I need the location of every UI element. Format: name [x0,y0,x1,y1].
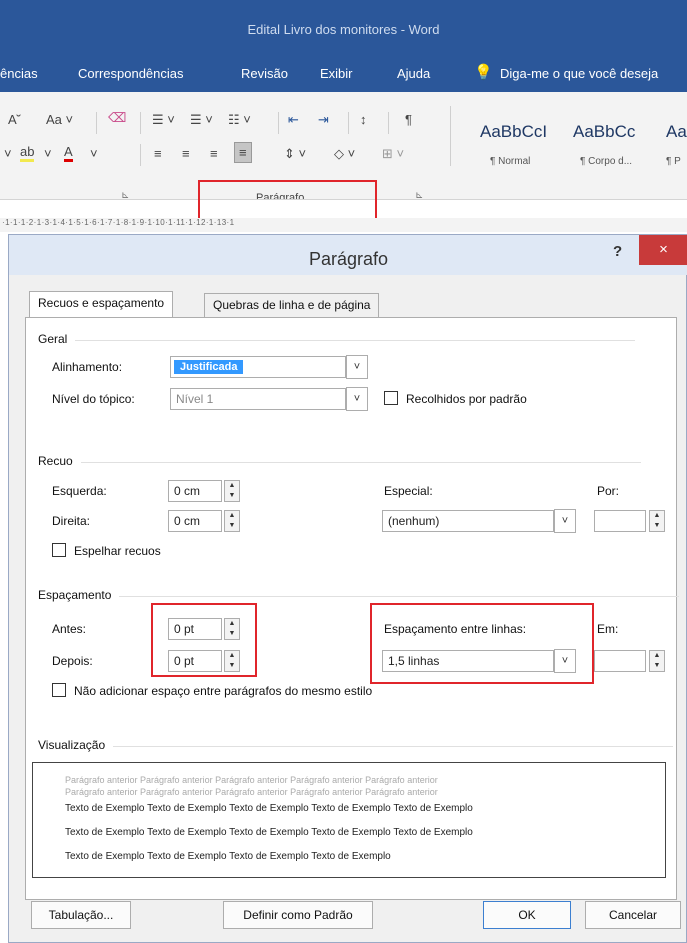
nivel-select[interactable]: Nível 1 [170,388,346,410]
change-case-label: Aa [46,112,62,127]
por-input[interactable] [594,510,646,532]
line-spacing-icon[interactable]: ⇕ ˅ [284,146,306,162]
borders-icon[interactable]: ⊞ ˅ [382,146,404,162]
line-spacing-highlight-box [370,603,594,684]
chevron-down-icon[interactable]: ˅ [44,146,52,161]
help-button[interactable]: ? [613,243,622,260]
tab-recuos-espacamento[interactable]: Recuos e espaçamento [29,291,174,317]
preview-text-line: Texto de Exemplo Texto de Exemplo Texto … [65,803,473,814]
title-bar: Edital Livro dos monitores - Word [0,0,687,55]
recolhidos-label: Recolhidos por padrão [406,392,527,406]
style-corpo-name: ¶ Corpo d... [580,156,633,167]
ok-button[interactable]: OK [483,901,571,929]
clear-format-icon[interactable]: ⌫ [108,110,126,126]
ruler: ·1·1·1·2·1·3·1·4·1·5·1·6·1·7·1·8·1·9·1·1… [0,218,687,232]
nao-adicionar-checkbox[interactable] [52,683,66,697]
preview-box: Parágrafo anterior Parágrafo anterior Pa… [32,762,666,878]
tab-revisao[interactable]: Revisão [241,66,288,81]
style-normal-name: ¶ Normal [490,156,531,167]
chevron-down-icon[interactable]: ˅ [346,355,368,379]
espelhar-label: Espelhar recuos [74,544,161,558]
cancelar-button[interactable]: Cancelar [585,901,681,929]
bullets-icon[interactable]: ☰ ˅ [152,112,175,128]
tab-quebras[interactable]: Quebras de linha e de página [204,293,380,317]
style-normal-sample[interactable]: AaBbCcI [480,122,547,142]
chevron-down-icon[interactable]: ˅ [554,509,576,533]
definir-padrao-button[interactable]: Definir como Padrão [223,901,373,929]
ribbon-tabs: ências Correspondências Revisão Exibir A… [0,55,687,92]
por-spinner[interactable]: ▲ ▼ [649,510,665,532]
tab-correspondencias[interactable]: Correspondências [78,66,184,81]
section-recuo: Recuo [38,454,636,468]
style-p-sample[interactable]: Aa [666,122,687,142]
font-color-icon[interactable]: A [64,144,73,162]
window-title: Edital Livro dos monitores - Word [247,22,440,37]
depois-label: Depois: [52,654,93,668]
direita-input[interactable]: 0 cm [168,510,222,532]
style-corpo-sample[interactable]: AaBbCc [573,122,635,142]
direita-spinner[interactable]: ▲ ▼ [224,510,240,532]
tab-exibir[interactable]: Exibir [320,66,353,81]
nivel-label: Nível do tópico: [52,392,135,406]
chevron-down-icon[interactable]: ˅ [90,146,98,161]
alinhamento-value: Justificada [174,360,244,374]
por-label: Por: [597,484,620,498]
nao-adicionar-label: Não adicionar espaço entre parágrafos do… [74,684,373,698]
font-grow-icon[interactable]: A˘ [8,112,21,127]
tab-ajuda[interactable]: Ajuda [397,66,430,81]
dialog-titlebar: Parágrafo ? × [9,235,687,275]
esquerda-spinner[interactable]: ▲ ▼ [224,480,240,502]
especial-select[interactable]: (nenhum) [382,510,554,532]
paragraph-highlight-box [198,180,377,222]
paragraph-dialog-launcher-icon[interactable]: ⊾ [415,190,423,199]
multilevel-list-icon[interactable]: ☷ ˅ [228,112,251,128]
tabulacao-button[interactable]: Tabulação... [31,901,131,929]
sort-icon[interactable]: ↕ [360,112,367,127]
recolhidos-checkbox[interactable] [384,391,398,405]
shading-icon[interactable]: ◇ ˅ [334,146,355,162]
alinhamento-label: Alinhamento: [52,360,123,374]
esquerda-input[interactable]: 0 cm [168,480,222,502]
decrease-indent-icon[interactable]: ⇤ [288,112,299,128]
preview-text-line: Texto de Exemplo Texto de Exemplo Texto … [65,827,473,838]
lightbulb-icon: 💡 [474,64,493,81]
align-center-icon[interactable]: ≡ [182,146,190,161]
highlight-icon[interactable]: ab [20,144,35,162]
paragraph-dialog: Parágrafo ? × Recuos e espaçamento Quebr… [8,234,687,943]
alinhamento-select[interactable]: Justificada [170,356,346,378]
numbering-icon[interactable]: ☰ ˅ [190,112,213,128]
tab-referencias[interactable]: ências [0,66,38,81]
em-label: Em: [597,622,619,636]
dialog-title: Parágrafo [308,249,389,269]
section-visualizacao: Visualização [38,738,675,752]
preview-text-line: Texto de Exemplo Texto de Exemplo Texto … [65,851,391,862]
especial-label: Especial: [384,484,433,498]
pilcrow-icon[interactable]: ¶ [405,112,412,127]
chevron-down-icon[interactable]: ˅ [346,387,368,411]
style-p-name: ¶ P [666,156,681,167]
esquerda-label: Esquerda: [52,484,107,498]
tell-me-input[interactable]: Diga-me o que você deseja [500,66,658,81]
chevron-down-icon[interactable]: ˅ [4,146,12,161]
font-dialog-launcher-icon[interactable]: ⊾ [121,190,129,199]
section-espacamento: Espaçamento [38,588,683,602]
align-left-icon[interactable]: ≡ [154,146,162,161]
close-button[interactable]: × [639,235,687,265]
change-case-button[interactable]: Aa ˅ [46,112,73,127]
antes-label: Antes: [52,622,87,636]
increase-indent-icon[interactable]: ⇥ [318,112,329,128]
preview-prev-line: Parágrafo anterior Parágrafo anterior Pa… [65,775,438,785]
direita-label: Direita: [52,514,91,528]
spacing-highlight-box [151,603,257,677]
em-input[interactable] [594,650,646,672]
espelhar-checkbox[interactable] [52,543,66,557]
em-spinner[interactable]: ▲ ▼ [649,650,665,672]
preview-prev-line: Parágrafo anterior Parágrafo anterior Pa… [65,787,438,797]
section-geral: Geral [38,332,643,346]
align-right-icon[interactable]: ≡ [210,146,218,161]
justify-icon[interactable]: ≡ [234,142,252,163]
